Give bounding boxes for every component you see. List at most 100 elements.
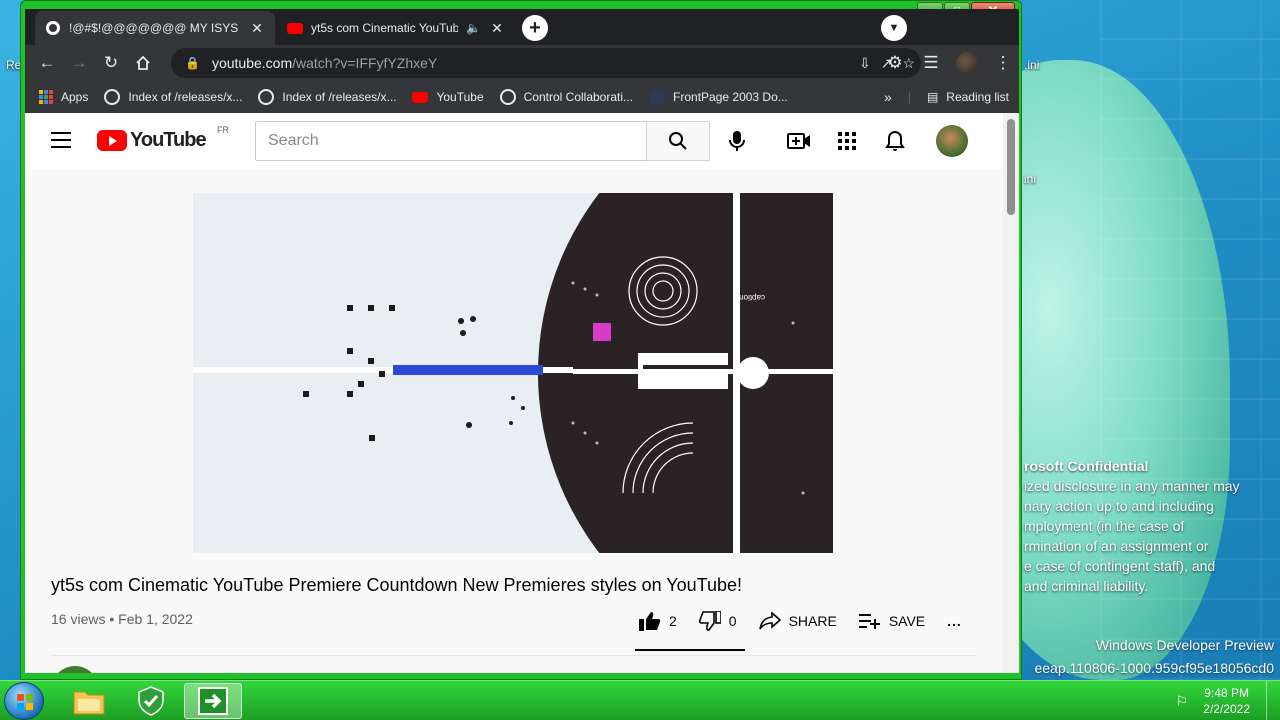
taskbar-active-app-button[interactable] [184, 683, 242, 719]
bookmark-youtube[interactable]: YouTube [412, 90, 484, 104]
speaker-icon[interactable]: 🔈 [466, 21, 481, 35]
bookmark-label: FrontPage 2003 Do... [673, 90, 788, 104]
share-arrow-icon [758, 612, 781, 630]
clock-date: 2/2/2022 [1203, 702, 1250, 716]
microphone-icon[interactable] [725, 129, 749, 153]
account-avatar[interactable] [936, 125, 968, 157]
youtube-wordmark: YouTube [130, 129, 207, 151]
search-icon [669, 132, 687, 150]
apps-grid-icon[interactable] [835, 129, 859, 153]
video-player[interactable]: caption [193, 193, 833, 553]
profile-avatar-button[interactable] [951, 47, 983, 79]
youtube-logo[interactable]: YouTube FR [97, 125, 229, 152]
show-desktop-button[interactable] [1266, 681, 1280, 720]
bookmark-item[interactable]: Control Collaborati... [499, 89, 634, 105]
extensions-area: ⚙ ☰ ⋮ [879, 47, 1019, 79]
page-scrollbar[interactable] [1003, 113, 1019, 673]
bookmark-label: Apps [61, 90, 89, 104]
notifications-bell-icon[interactable] [883, 129, 907, 153]
bookmark-label: Index of /releases/x... [128, 90, 243, 104]
frontpage-icon [649, 89, 666, 105]
build-watermark-id: eeap.110806-1000.959cf95e18056cd0 [1034, 660, 1274, 676]
playlist-add-icon [858, 614, 880, 629]
like-button[interactable]: 2 [639, 611, 677, 631]
bookmark-apps[interactable]: Apps [39, 90, 88, 104]
bookmarks-right: » | ▤ Reading list [884, 81, 1009, 113]
channel-avatar[interactable] [51, 666, 99, 673]
taskbar-security-button[interactable] [122, 683, 180, 719]
globe-icon [104, 89, 121, 105]
svg-text:caption: caption [739, 293, 765, 302]
search-button[interactable] [646, 121, 710, 161]
tab-isys[interactable]: !@#$!@@@@@@@ MY ISYS PR ✕ [35, 11, 275, 45]
confidential-line: mployment (in the case of [1024, 518, 1185, 534]
share-button[interactable]: SHARE [758, 612, 837, 630]
avatar [956, 52, 978, 74]
new-tab-button[interactable]: + [522, 15, 548, 41]
globe-icon [46, 21, 60, 35]
bookmarks-overflow-button[interactable]: » [884, 89, 892, 105]
confidential-line: rmination of an assignment or [1024, 538, 1209, 554]
scrollbar-thumb[interactable] [1007, 119, 1015, 215]
confidential-line: nary action up to and including [1024, 498, 1214, 514]
install-icon[interactable]: ⇩ [859, 55, 871, 72]
reload-icon[interactable]: ↻ [95, 47, 127, 79]
save-button[interactable]: SAVE [858, 613, 926, 629]
shield-icon [138, 686, 164, 716]
more-actions-button[interactable]: ... [947, 613, 962, 629]
save-label: SAVE [888, 613, 926, 629]
bookmark-item[interactable]: Index of /releases/x... [104, 89, 242, 105]
desktop-icon-label[interactable]: ini [1024, 172, 1036, 186]
taskbar-explorer-button[interactable] [60, 683, 118, 719]
thumbs-down-icon [698, 611, 721, 631]
media-controls-icon[interactable]: ☰ [915, 47, 947, 79]
search-input[interactable]: Search [255, 121, 647, 161]
confidential-line: ized disclosure in any manner may [1024, 478, 1240, 494]
upload-date: Feb 1, 2022 [118, 611, 193, 627]
url-domain: youtube.com [211, 55, 293, 71]
start-button[interactable] [4, 682, 44, 720]
create-video-icon[interactable] [787, 129, 811, 153]
youtube-header: YouTube FR Search [25, 113, 1003, 169]
close-tab-icon[interactable]: ✕ [489, 20, 505, 37]
bookmark-label: Index of /releases/x... [282, 90, 397, 104]
video-meta: 16 views • Feb 1, 2022 [51, 611, 193, 627]
bookmark-item[interactable]: Index of /releases/x... [258, 89, 396, 105]
thumbs-up-icon [639, 612, 661, 631]
reading-list-button[interactable]: ▤ Reading list [927, 90, 1009, 104]
dislike-count: 0 [728, 613, 737, 629]
build-watermark-title: Windows Developer Preview [1095, 637, 1274, 653]
home-icon[interactable] [127, 47, 159, 79]
apps-grid-icon [39, 90, 53, 104]
meta-separator: • [109, 611, 115, 627]
extensions-puzzle-icon[interactable]: ⚙ [879, 47, 911, 79]
close-tab-icon[interactable]: ✕ [249, 20, 265, 37]
address-bar[interactable]: 🔒 youtube.com/watch?v=IFFyfYZhxeY ⇩ ↗ ☆ [171, 48, 921, 78]
action-center-flag-icon[interactable]: ⚐ [1175, 693, 1188, 710]
like-count: 2 [669, 613, 677, 629]
video-actions: 2 0 SHARE SAVE ... [639, 609, 962, 633]
tab-title: yt5s com Cinematic YouTube [311, 21, 459, 35]
tab-youtube[interactable]: yt5s com Cinematic YouTube 🔈 ✕ [277, 11, 515, 45]
tab-search-button[interactable]: ▼ [881, 15, 907, 41]
reading-list-icon: ▤ [926, 90, 939, 104]
youtube-play-icon [97, 130, 127, 151]
share-label: SHARE [788, 613, 837, 629]
browser-toolbar: ← → ↻ 🔒 youtube.com/watch?v=IFFyfYZhxeY … [25, 45, 1019, 81]
separator: | [907, 90, 911, 104]
bookmark-item[interactable]: FrontPage 2003 Do... [649, 89, 788, 105]
bookmarks-bar: Apps Index of /releases/x... Index of /r… [25, 81, 1019, 113]
lock-icon[interactable]: 🔒 [185, 56, 200, 70]
desktop-icon-label[interactable]: .ini [1024, 58, 1039, 72]
more-horizontal-icon: ... [947, 613, 962, 629]
browser-window: ▬ □ ✕ !@#$!@@@@@@@ MY ISYS PR ✕ yt5s com… [20, 0, 1022, 680]
confidential-watermark: rosoft Confidential ized disclosure in a… [1024, 456, 1280, 596]
system-clock[interactable]: 9:48 PM 2/2/2022 [1203, 685, 1250, 717]
dislike-button[interactable]: 0 [698, 611, 737, 631]
youtube-icon [287, 22, 303, 34]
forward-arrow-icon[interactable]: → [63, 47, 95, 79]
menu-hamburger-icon[interactable] [51, 132, 71, 148]
kebab-menu-icon[interactable]: ⋮ [987, 47, 1019, 79]
back-arrow-icon[interactable]: ← [31, 47, 63, 79]
bookmark-label: Control Collaborati... [523, 90, 634, 104]
